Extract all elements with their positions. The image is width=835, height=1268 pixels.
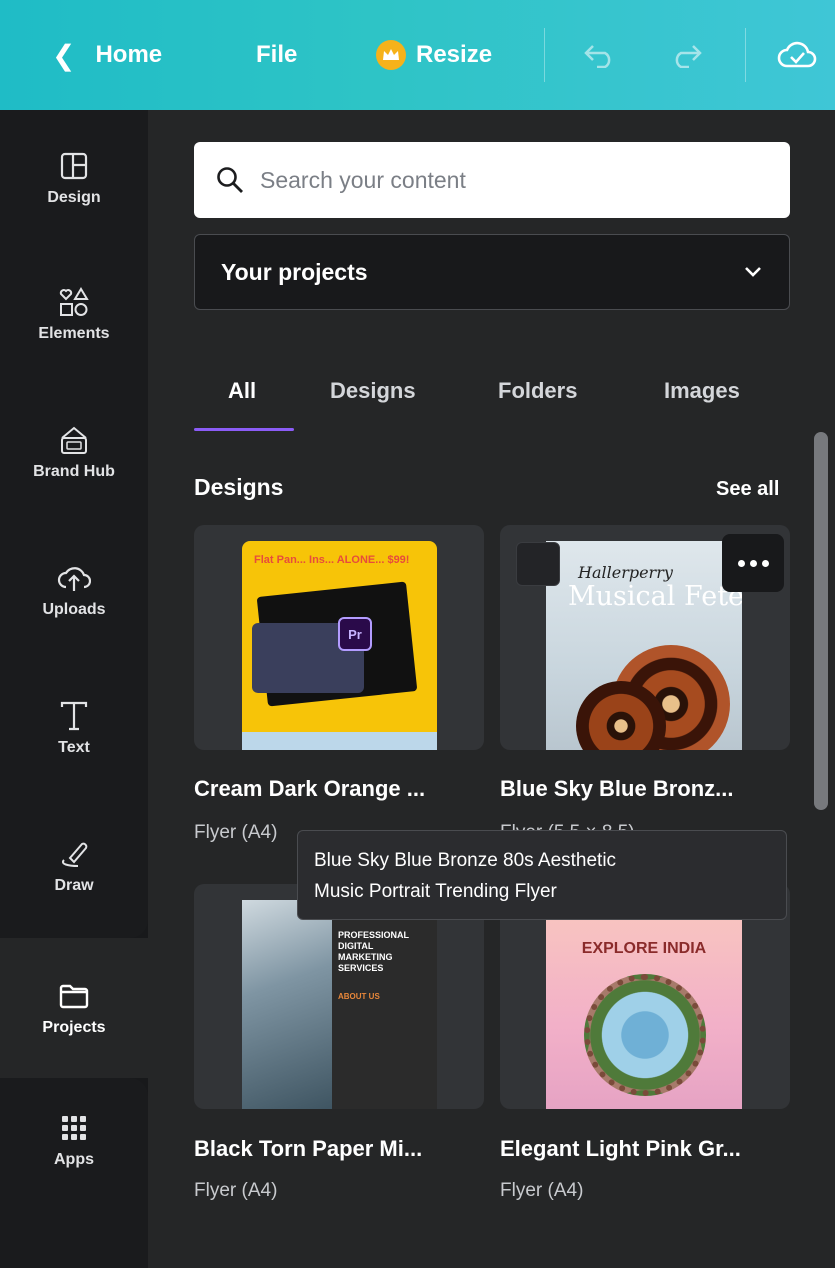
thumbnail-script-text: Hallerperry	[578, 563, 673, 582]
design-thumbnail: Hallerperry Musical Fete	[546, 541, 742, 750]
rail-label: Uploads	[42, 601, 106, 618]
active-tab-indicator	[194, 428, 294, 431]
chevron-down-icon	[745, 267, 761, 277]
rail-label: Projects	[42, 1019, 106, 1036]
toolbar-divider	[745, 28, 746, 82]
tab-images[interactable]: Images	[664, 378, 740, 404]
design-card-subtitle: Flyer (A4)	[194, 822, 278, 843]
dot	[737, 559, 745, 567]
file-menu-button[interactable]: File	[256, 0, 297, 110]
design-card-title[interactable]: Cream Dark Orange ...	[194, 776, 425, 802]
thumbnail-heading: EXPLORE INDIA	[581, 940, 707, 957]
search-input[interactable]	[260, 166, 740, 194]
file-label: File	[256, 41, 298, 68]
undo-icon[interactable]	[580, 35, 620, 75]
layout-icon	[57, 149, 91, 183]
design-card-subtitle: Flyer (A4)	[194, 1180, 278, 1201]
thumbnail-text: Flat Pan... Ins... ALONE... $99!	[254, 554, 410, 566]
dot	[749, 559, 757, 567]
design-thumbnail: Flat Pan... Ins... ALONE... $99! Pr	[242, 541, 437, 750]
design-card-title[interactable]: Blue Sky Blue Bronz...	[500, 776, 734, 802]
rail-item-design[interactable]: Design	[0, 118, 148, 238]
top-toolbar: ❮ Home File Resize	[0, 0, 835, 110]
resize-label: Resize	[416, 41, 493, 68]
project-filter-value: Your projects	[221, 258, 368, 285]
design-card[interactable]: Hallerperry Musical Fete	[500, 525, 790, 750]
text-icon	[57, 699, 91, 733]
project-filter-select[interactable]: Your projects	[194, 234, 790, 310]
draw-icon	[57, 837, 91, 871]
cloud-upload-icon	[57, 561, 91, 595]
tooltip-line: Music Portrait Trending Flyer	[314, 881, 557, 902]
search-icon	[217, 167, 243, 193]
card-title-tooltip: Blue Sky Blue Bronze 80s Aesthetic Music…	[297, 830, 787, 920]
content-tabs: All Designs Folders Images	[194, 360, 790, 435]
folder-icon	[57, 979, 91, 1013]
select-checkbox[interactable]	[516, 542, 560, 586]
search-box[interactable]	[194, 142, 790, 218]
tooltip-line: Blue Sky Blue Bronze 80s Aesthetic	[314, 850, 617, 871]
rail-item-projects[interactable]: Projects	[0, 948, 148, 1068]
rail-label: Apps	[54, 1151, 94, 1168]
design-card-title[interactable]: Black Torn Paper Mi...	[194, 1136, 422, 1162]
chevron-left-icon: ❮	[52, 39, 76, 71]
thumbnail-heading: PROFESSIONAL DIGITAL MARKETING SERVICES	[338, 930, 409, 973]
rail-item-elements[interactable]: Elements	[0, 254, 148, 374]
designs-section-title: Designs	[194, 474, 284, 500]
premiere-logo: Pr	[338, 617, 372, 651]
crown-icon	[376, 40, 406, 70]
rail-label: Draw	[54, 877, 94, 894]
thumbnail-heading: Musical Fete	[568, 581, 742, 612]
rail-label: Elements	[38, 325, 110, 342]
see-all-link[interactable]: See all	[716, 478, 779, 501]
tab-designs[interactable]: Designs	[330, 378, 416, 404]
resize-button[interactable]: Resize	[376, 0, 492, 110]
tab-folders[interactable]: Folders	[498, 378, 577, 404]
apps-grid-icon	[57, 1111, 91, 1145]
home-label: Home	[95, 41, 163, 68]
rail-item-uploads[interactable]: Uploads	[0, 530, 148, 650]
mandala-frame	[584, 974, 706, 1096]
dot	[761, 559, 769, 567]
panel-scrollbar[interactable]	[814, 432, 828, 810]
rail-item-apps[interactable]: Apps	[0, 1080, 148, 1200]
cloud-saved-icon[interactable]	[775, 35, 819, 75]
rail-label: Design	[47, 189, 101, 206]
rail-item-text[interactable]: Text	[0, 668, 148, 788]
design-thumbnail: PROFESSIONAL DIGITAL MARKETING SERVICES …	[242, 900, 437, 1109]
rail-label: Brand Hub	[33, 463, 115, 480]
thumbnail-subheading: ABOUT US	[338, 992, 380, 1001]
rail-item-draw[interactable]: Draw	[0, 806, 148, 926]
toolbar-divider	[544, 28, 545, 82]
more-options-button[interactable]	[722, 534, 784, 592]
design-card-subtitle: Flyer (A4)	[500, 1180, 584, 1201]
design-thumbnail: EXPLORE INDIA	[546, 900, 742, 1109]
thumbnail-footer	[242, 732, 437, 750]
building-photo	[242, 900, 332, 1109]
brand-hub-icon	[57, 423, 91, 457]
design-card-title[interactable]: Elegant Light Pink Gr...	[500, 1136, 741, 1162]
home-button[interactable]: ❮ Home	[52, 0, 162, 110]
shapes-icon	[57, 285, 91, 319]
rail-item-brand-hub[interactable]: Brand Hub	[0, 392, 148, 512]
redo-icon[interactable]	[666, 35, 706, 75]
rail-label: Text	[58, 739, 90, 756]
design-card[interactable]: Flat Pan... Ins... ALONE... $99! Pr	[194, 525, 484, 750]
tab-all[interactable]: All	[228, 378, 256, 404]
